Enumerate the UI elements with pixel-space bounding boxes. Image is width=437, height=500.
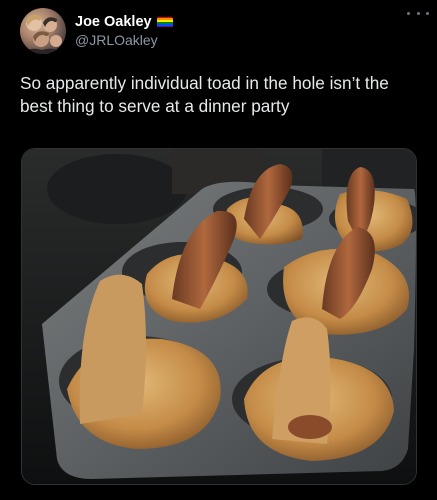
more-options-icon[interactable] [407, 6, 429, 20]
name-row: Joe Oakley [75, 14, 173, 30]
user-info: Joe Oakley @JRLOakley [75, 14, 173, 48]
display-name[interactable]: Joe Oakley [75, 14, 152, 30]
toad-in-the-hole-photo [22, 149, 416, 484]
user-handle[interactable]: @JRLOakley [75, 32, 173, 48]
avatar[interactable] [20, 8, 66, 54]
tweet-photo[interactable] [21, 148, 417, 485]
tweet-header: Joe Oakley @JRLOakley [20, 8, 423, 54]
pride-flag-icon [156, 16, 173, 28]
tweet-text: So apparently individual toad in the hol… [20, 73, 389, 116]
tweet-card: Joe Oakley @JRLOakley So apparently indi… [0, 0, 437, 500]
